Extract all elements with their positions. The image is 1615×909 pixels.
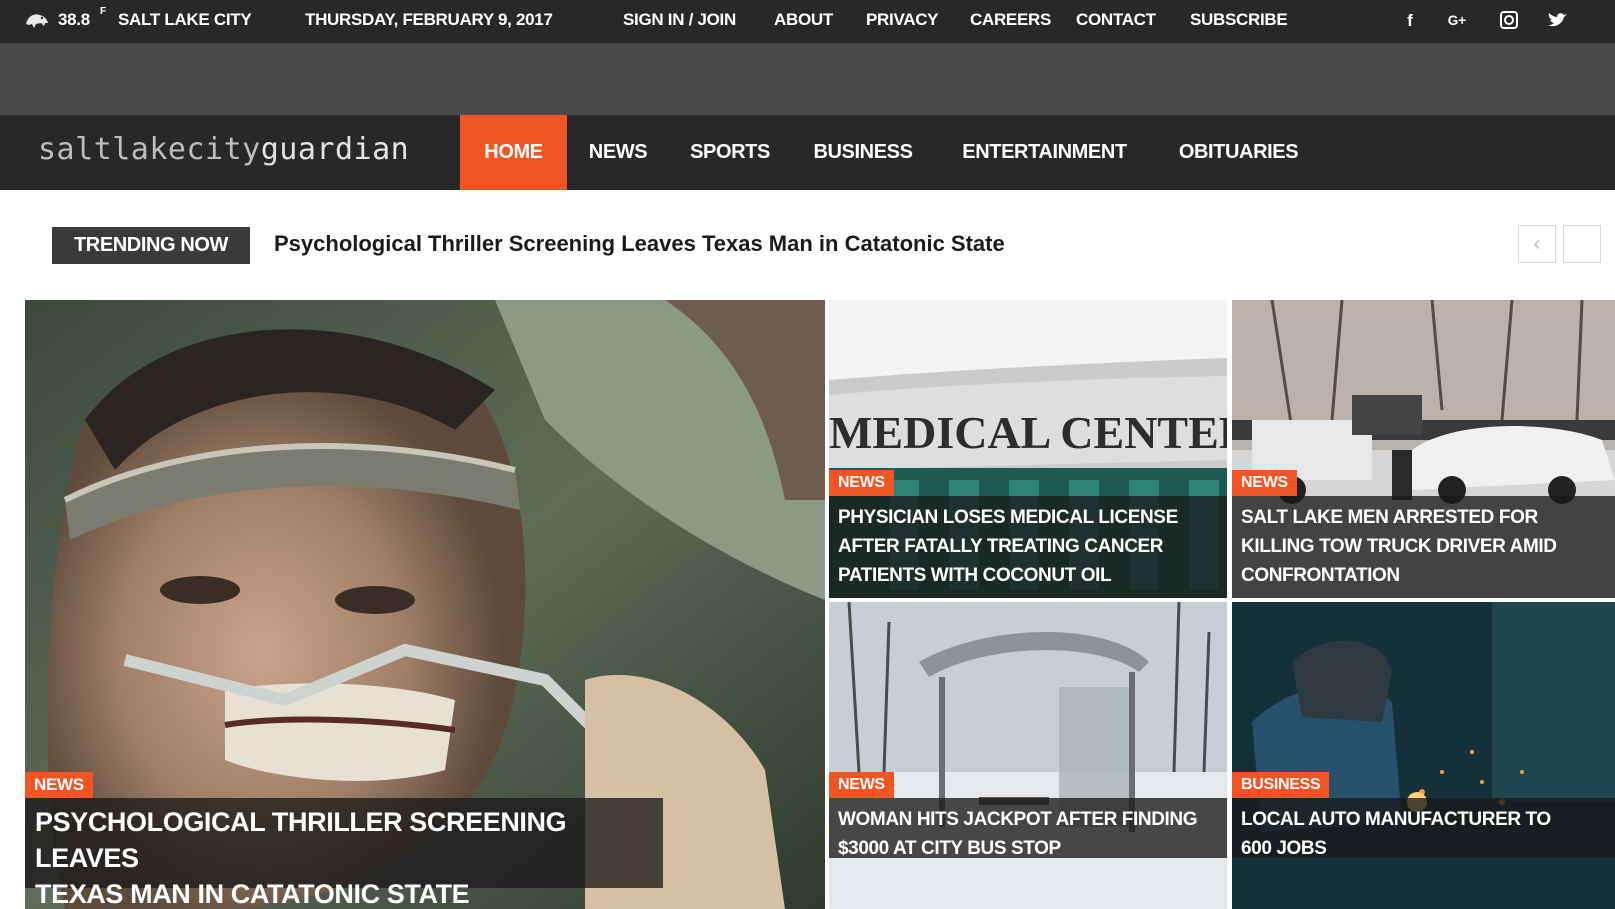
title-line: PHYSICIAN LOSES MEDICAL LICENSE [838, 507, 1178, 528]
card-auto-manufacturer[interactable]: BUSINESS LOCAL AUTO MANUFACTURER TO 600 … [1232, 602, 1615, 909]
privacy-link[interactable]: PRIVACY [866, 10, 939, 30]
temperature: 38.8 [58, 10, 90, 29]
advertisement-strip [0, 43, 1615, 115]
title-line: AFTER FATALLY TREATING CANCER [838, 536, 1164, 557]
title-line: LOCAL AUTO MANUFACTURER TO [1241, 809, 1551, 830]
category-badge[interactable]: NEWS [25, 772, 93, 798]
svg-text:G+: G+ [1448, 13, 1467, 28]
contact-link[interactable]: CONTACT [1076, 10, 1156, 30]
google-plus-icon[interactable]: G+ [1446, 9, 1468, 31]
instagram-icon[interactable] [1498, 9, 1520, 31]
about-link[interactable]: ABOUT [774, 10, 833, 30]
title-line: PSYCHOLOGICAL THRILLER SCREENING LEAVES [35, 807, 567, 873]
trending-next-button[interactable] [1563, 225, 1601, 263]
card-title[interactable]: WOMAN HITS JACKPOT AFTER FINDING $3000 A… [829, 798, 1227, 859]
card-medical[interactable]: MEDICAL CENTER NEWS PHYSICIAN LOSES MEDI… [829, 300, 1227, 598]
svg-text:f: f [1407, 11, 1413, 30]
category-badge[interactable]: NEWS [829, 470, 894, 496]
medical-center-sign: MEDICAL CENTER [829, 407, 1227, 458]
sign-in-join-link[interactable]: SIGN IN / JOIN [623, 10, 736, 30]
main-navigation: saltlakecityguardian HOME NEWS SPORTS BU… [0, 115, 1615, 190]
top-bar: 38.8 F SALT LAKE CITY THURSDAY, FEBRUARY… [0, 0, 1615, 43]
category-badge[interactable]: NEWS [1232, 470, 1297, 496]
feature-card-main[interactable]: NEWS PSYCHOLOGICAL THRILLER SCREENING LE… [25, 300, 825, 909]
card-tow-truck[interactable]: NEWS SALT LAKE MEN ARRESTED FOR KILLING … [1232, 300, 1615, 598]
twitter-icon[interactable] [1546, 9, 1568, 31]
title-line: TEXAS MAN IN CATATONIC STATE [35, 879, 470, 909]
trending-prev-button[interactable]: ‹ [1518, 225, 1556, 263]
category-badge[interactable]: NEWS [829, 772, 894, 798]
title-line: PATIENTS WITH COCONUT OIL [838, 565, 1112, 586]
card-title[interactable]: SALT LAKE MEN ARRESTED FOR KILLING TOW T… [1232, 496, 1615, 598]
temperature-unit: F [100, 6, 107, 17]
subscribe-link[interactable]: SUBSCRIBE [1190, 10, 1288, 30]
site-logo[interactable]: saltlakecityguardian [38, 132, 409, 167]
logo-part-2: guardian [260, 132, 410, 167]
card-title[interactable]: LOCAL AUTO MANUFACTURER TO 600 JOBS [1232, 798, 1615, 859]
title-line: $3000 AT CITY BUS STOP [838, 838, 1061, 859]
careers-link[interactable]: CAREERS [970, 10, 1051, 30]
trending-now-badge: TRENDING NOW [52, 227, 250, 264]
title-line: 600 JOBS [1241, 838, 1327, 859]
feature-title[interactable]: PSYCHOLOGICAL THRILLER SCREENING LEAVES … [25, 798, 663, 909]
nav-item-sports[interactable]: SPORTS [680, 115, 780, 190]
card-title[interactable]: PHYSICIAN LOSES MEDICAL LICENSE AFTER FA… [829, 496, 1227, 598]
current-date: THURSDAY, FEBRUARY 9, 2017 [305, 10, 553, 29]
card-bus-stop[interactable]: NEWS WOMAN HITS JACKPOT AFTER FINDING $3… [829, 602, 1227, 909]
facebook-icon[interactable]: f [1399, 9, 1421, 31]
title-line: CONFRONTATION [1241, 565, 1400, 586]
title-line: SALT LAKE MEN ARRESTED FOR [1241, 507, 1538, 528]
city-name: SALT LAKE CITY [118, 10, 252, 29]
category-badge[interactable]: BUSINESS [1232, 772, 1330, 798]
nav-item-news[interactable]: NEWS [576, 115, 660, 190]
title-line: WOMAN HITS JACKPOT AFTER FINDING [838, 809, 1198, 830]
title-line: KILLING TOW TRUCK DRIVER AMID [1241, 536, 1557, 557]
nav-item-obituaries[interactable]: OBITUARIES [1166, 115, 1311, 190]
nav-item-home[interactable]: HOME [460, 115, 567, 190]
weather-icon [26, 14, 48, 28]
logo-part-1: saltlakecity [38, 132, 261, 167]
nav-item-business[interactable]: BUSINESS [802, 115, 924, 190]
trending-headline-link[interactable]: Psychological Thriller Screening Leaves … [274, 231, 1005, 257]
nav-item-entertainment[interactable]: ENTERTAINMENT [945, 115, 1144, 190]
